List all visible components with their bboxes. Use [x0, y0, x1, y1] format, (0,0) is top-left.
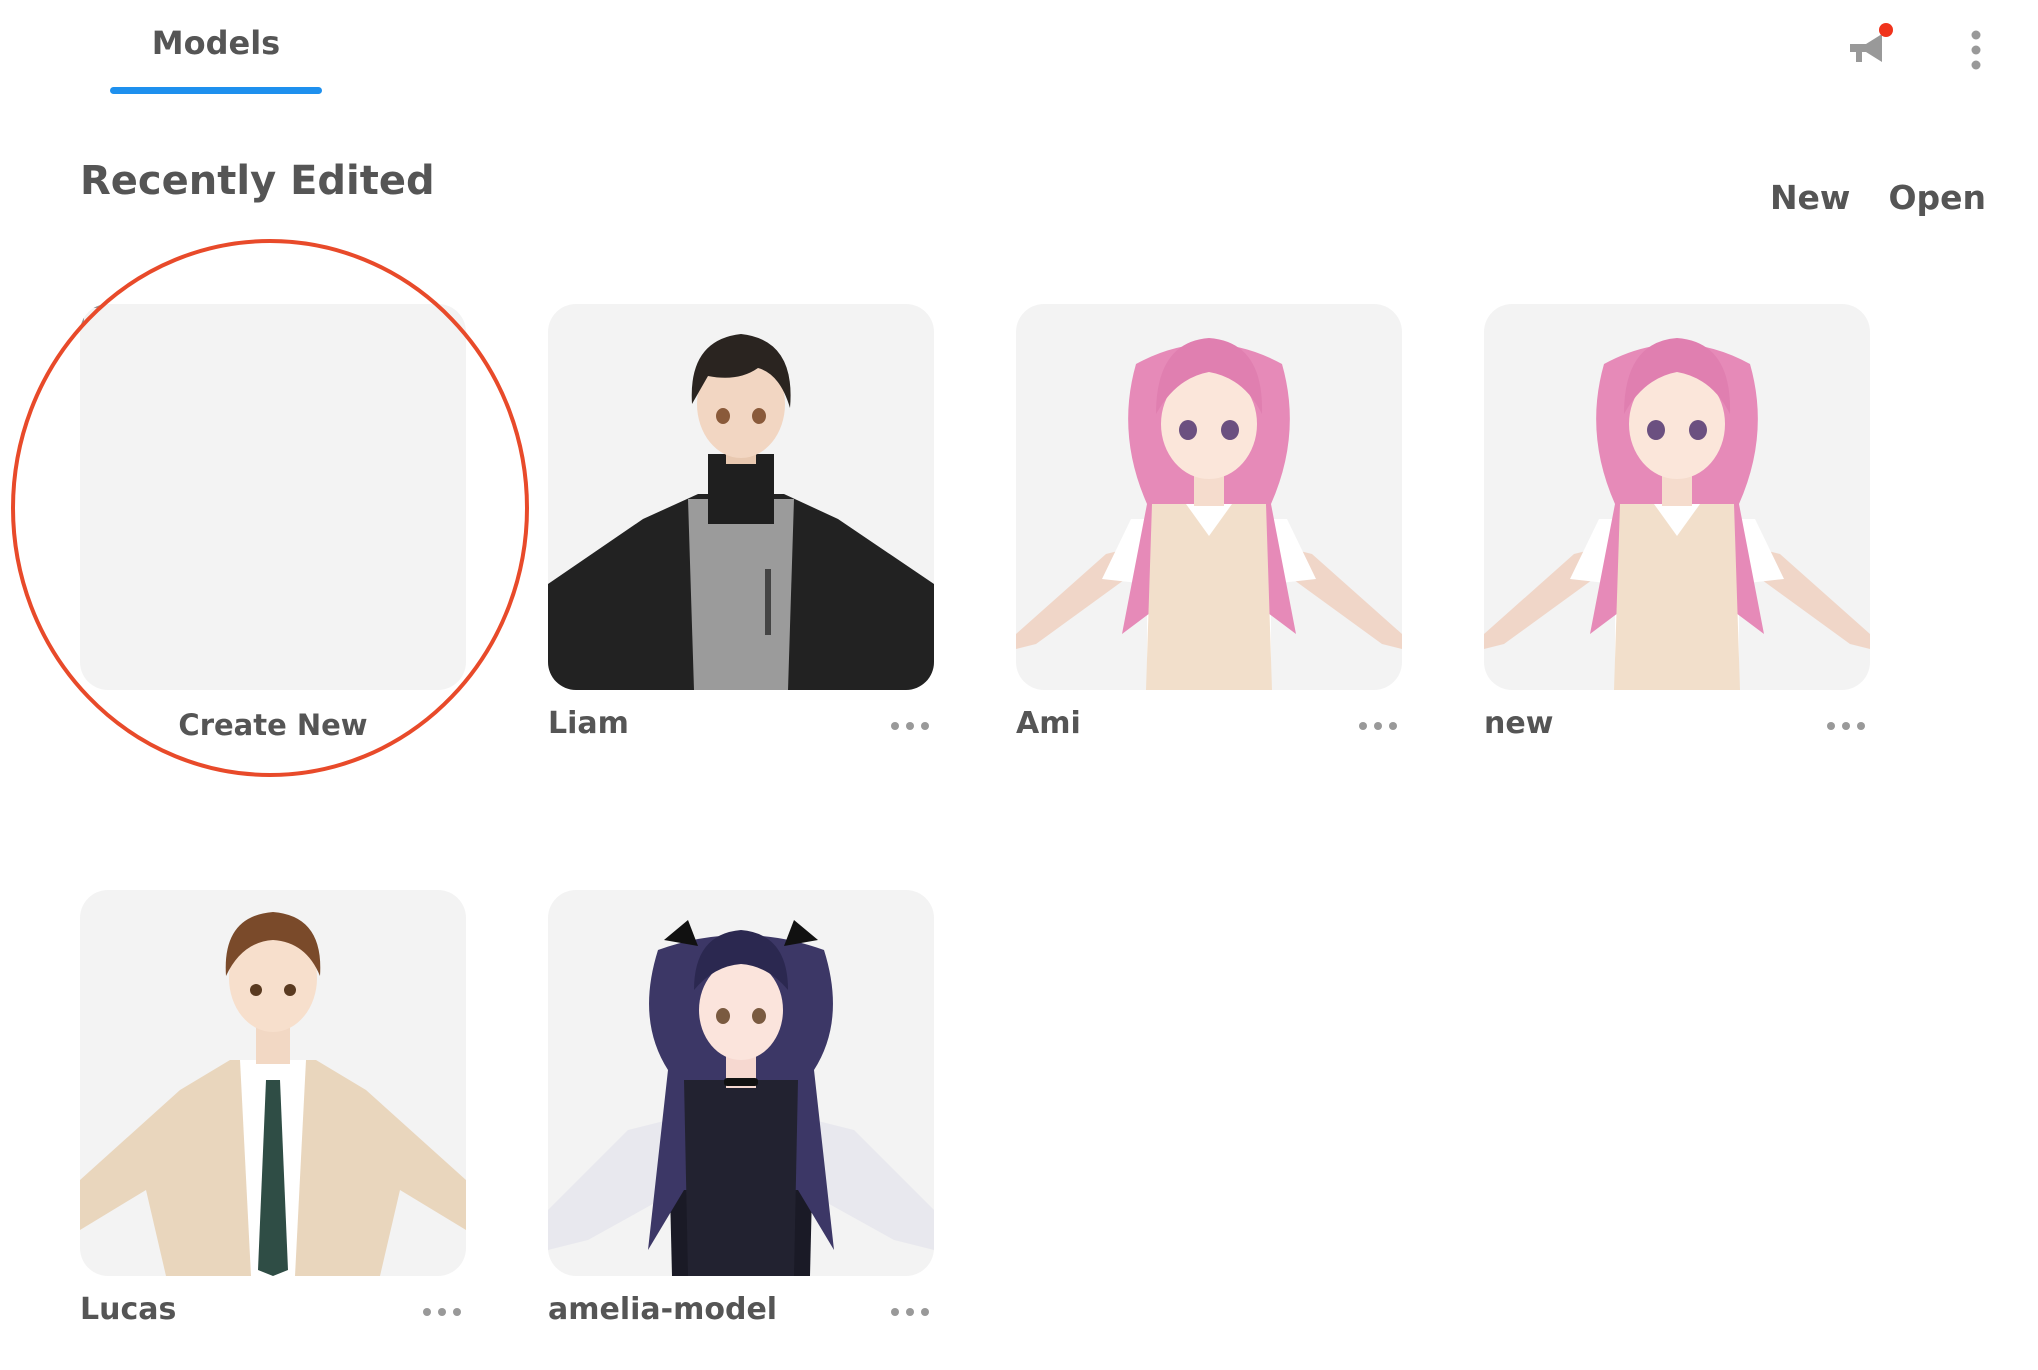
more-horizontal-icon [1359, 722, 1397, 730]
model-thumbnail[interactable] [1484, 304, 1870, 690]
kebab-menu-icon [1971, 30, 1981, 70]
tab-bar: Models [0, 0, 2038, 100]
models-grid: Create New Liam Ami new Lucas amelia-mod… [80, 304, 1880, 1344]
more-horizontal-icon [423, 1308, 461, 1316]
more-horizontal-icon [891, 722, 929, 730]
more-horizontal-icon [891, 1308, 929, 1316]
announcement-button[interactable] [1838, 18, 1902, 82]
model-more-button[interactable] [1822, 706, 1870, 746]
header-actions: New Open [1770, 178, 1986, 217]
avatar-image [548, 920, 934, 1276]
model-name: Liam [548, 706, 629, 741]
new-button[interactable]: New [1770, 178, 1851, 217]
more-horizontal-icon [1827, 722, 1865, 730]
model-more-button[interactable] [1354, 706, 1402, 746]
avatar-image [80, 912, 466, 1276]
more-options-button[interactable] [1946, 18, 2006, 82]
model-thumbnail[interactable] [548, 890, 934, 1276]
avatar-image [1016, 338, 1402, 690]
model-thumbnail[interactable] [80, 890, 466, 1276]
model-name: Lucas [80, 1292, 177, 1327]
model-card-lucas[interactable]: Lucas [80, 890, 466, 1327]
model-thumbnail[interactable] [548, 304, 934, 690]
model-card-new[interactable]: new [1484, 304, 1870, 741]
model-name: amelia-model [548, 1292, 778, 1327]
model-more-button[interactable] [886, 706, 934, 746]
model-name: new [1484, 706, 1554, 741]
create-new-thumbnail[interactable] [80, 304, 466, 690]
announcement-icon [1850, 23, 1893, 62]
avatar-image [1484, 338, 1870, 690]
create-new-card[interactable]: Create New [80, 304, 466, 742]
model-name: Ami [1016, 706, 1081, 741]
model-card-ami[interactable]: Ami [1016, 304, 1402, 741]
open-button[interactable]: Open [1888, 178, 1986, 217]
plus-icon [80, 304, 102, 326]
tab-models[interactable]: Models [110, 18, 322, 94]
tab-models-label: Models [151, 24, 281, 62]
model-more-button[interactable] [418, 1292, 466, 1332]
section-title: Recently Edited [80, 158, 435, 204]
model-thumbnail[interactable] [1016, 304, 1402, 690]
avatar-image [548, 334, 934, 690]
model-card-amelia-model[interactable]: amelia-model [548, 890, 934, 1327]
model-card-liam[interactable]: Liam [548, 304, 934, 741]
active-tab-indicator [110, 87, 322, 94]
create-new-label: Create New [178, 708, 368, 742]
model-more-button[interactable] [886, 1292, 934, 1332]
